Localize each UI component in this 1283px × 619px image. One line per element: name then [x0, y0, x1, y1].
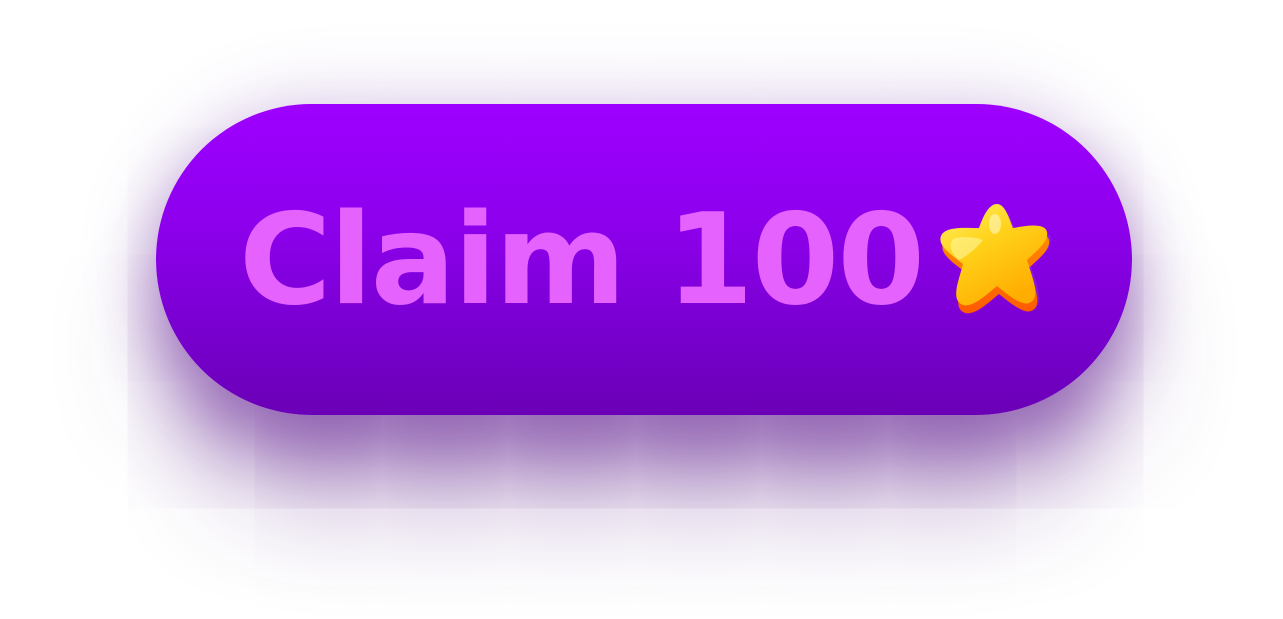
star-icon	[940, 203, 1052, 313]
claim-button-label: Claim 100	[238, 185, 925, 333]
stage: Claim 100	[0, 0, 1283, 619]
claim-button-content: Claim 100	[238, 185, 1053, 333]
claim-button[interactable]: Claim 100	[156, 104, 1132, 415]
